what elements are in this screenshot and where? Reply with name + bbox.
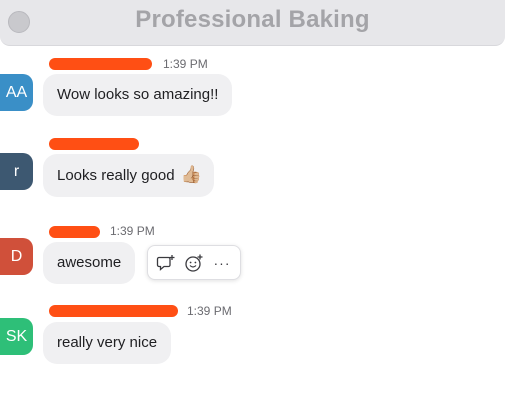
avatar[interactable]: SK	[0, 318, 33, 355]
message-bubble[interactable]: awesome	[43, 242, 136, 284]
avatar[interactable]: r	[0, 153, 33, 190]
sender-name-redacted	[49, 58, 152, 70]
sender-name-redacted	[49, 226, 100, 238]
window-title: Professional Baking	[135, 6, 370, 33]
more-options-button[interactable]: ···	[210, 251, 234, 275]
avatar[interactable]: D	[0, 238, 33, 275]
add-reaction-button[interactable]	[182, 251, 206, 275]
add-reaction-icon	[185, 254, 203, 272]
message-bubble[interactable]: Looks really good 👍🏼	[43, 154, 214, 197]
sender-name-redacted	[49, 305, 178, 317]
reply-thread-icon	[156, 254, 175, 271]
message-timestamp: 1:39 PM	[187, 304, 232, 318]
message-bubble[interactable]: Wow looks so amazing!!	[43, 74, 233, 116]
message-bubble[interactable]: really very nice	[43, 322, 172, 364]
message-text: awesome	[57, 254, 122, 271]
message-timestamp: 1:39 PM	[110, 224, 155, 238]
reply-thread-button[interactable]	[154, 251, 178, 275]
thumbs-up-emoji: 👍🏼	[180, 165, 202, 184]
sender-name-redacted	[49, 138, 139, 150]
more-options-icon: ···	[213, 254, 231, 271]
message-timestamp: 1:39 PM	[163, 57, 208, 71]
title-bar: Professional Baking	[0, 0, 505, 46]
avatar[interactable]: AA	[0, 74, 33, 111]
message-hover-toolbar: ···	[147, 245, 241, 280]
message-text: Wow looks so amazing!!	[57, 86, 219, 103]
message-text: really very nice	[57, 334, 158, 351]
message-text: Looks really good	[57, 167, 175, 184]
